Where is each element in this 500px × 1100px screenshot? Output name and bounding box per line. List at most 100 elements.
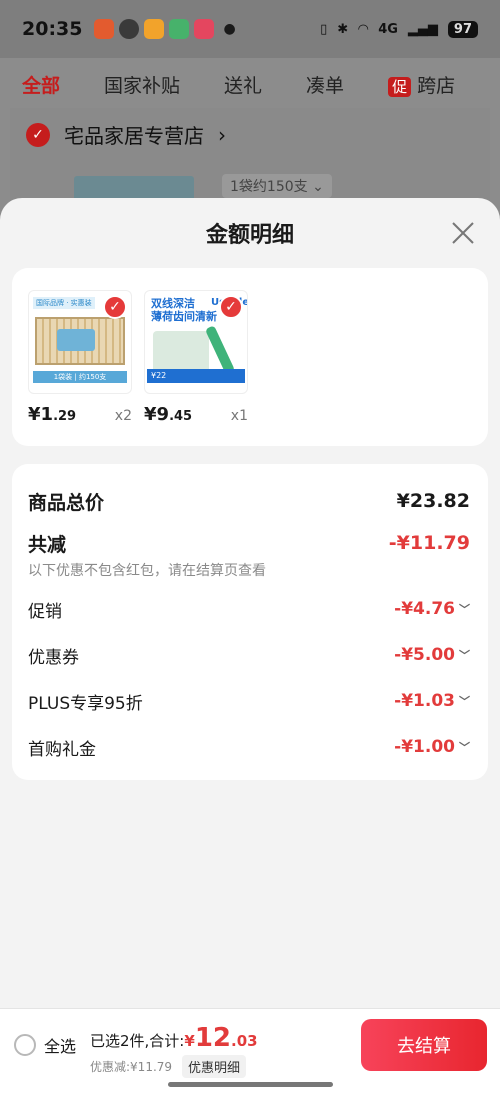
product-image-footer: ¥22 <box>147 369 245 383</box>
vibrate-icon: ▯ <box>320 21 328 37</box>
checkout-button[interactable]: 去结算 <box>361 1019 487 1071</box>
products-card: 国际品牌 · 实惠装 1袋装 | 约150支 ✓ ¥1.29 x2 双线深洁 薄… <box>12 268 488 446</box>
saved-line: 优惠减:¥11.79 优惠明细 <box>90 1055 258 1078</box>
store-header[interactable]: ✓ 宅品家居专营店 › <box>10 108 490 161</box>
product-image: 国际品牌 · 实惠装 1袋装 | 约150支 ✓ <box>28 290 132 394</box>
chevron-down-icon: ﹀ <box>459 695 470 708</box>
floss-pick-graphic <box>204 325 236 375</box>
tab-cross-store-label: 跨店 <box>417 74 456 97</box>
home-indicator <box>168 1082 333 1087</box>
discount-row-first-purchase[interactable]: 首购礼金 -¥1.00 ﹀ <box>28 724 470 770</box>
variant-selector[interactable]: 1袋约150支 ⌄ <box>222 174 332 198</box>
discount-amount: -¥5.00 <box>394 645 455 665</box>
battery-icon: 97 <box>447 20 478 38</box>
total-integer: 12 <box>194 1023 231 1053</box>
sheet-header: 金额明细 <box>0 198 500 268</box>
price-decimal: .45 <box>169 409 193 424</box>
status-app-icons: ● <box>94 19 236 39</box>
reduction-note: 以下优惠不包含红包，请在结算页查看 <box>28 563 266 579</box>
selected-text: 已选2件,合计: <box>90 1032 185 1050</box>
cart-filter-tabs: 全部 国家补贴 送礼 凑单 促跨店 <box>0 60 500 108</box>
product-image-footer: 1袋装 | 约150支 <box>33 371 127 383</box>
tab-all[interactable]: 全部 <box>22 71 60 98</box>
app-notification-icon <box>119 19 140 39</box>
product-price: ¥9.45 <box>144 404 192 425</box>
select-all-radio[interactable] <box>14 1034 36 1056</box>
network-type: 4G <box>378 21 398 37</box>
total-label: 商品总价 <box>28 491 105 514</box>
tab-bundle[interactable]: 凑单 <box>306 71 344 98</box>
price-summary-card: 商品总价 ¥23.82 共减 -¥11.79 以下优惠不包含红包，请在结算页查看… <box>12 464 488 780</box>
discount-label: 优惠券 <box>28 647 79 668</box>
reduction-value: -¥11.79 <box>388 532 470 554</box>
status-time: 20:35 <box>22 18 83 40</box>
tab-gift[interactable]: 送礼 <box>224 71 262 98</box>
price-integer: 1 <box>40 404 54 425</box>
select-all-toggle[interactable]: 全选 <box>14 1033 76 1057</box>
checkmark-icon[interactable]: ✓ <box>103 295 127 319</box>
currency-symbol: ¥ <box>144 404 157 425</box>
saved-amount: 优惠减:¥11.79 <box>90 1060 173 1074</box>
product-image-caption: 双线深洁 薄荷齿间清新 <box>151 297 217 323</box>
discount-row-promotion[interactable]: 促销 -¥4.76 ﹀ <box>28 586 470 632</box>
total-info: 已选2件,合计: ¥ 12 .03 优惠减:¥11.79 优惠明细 <box>90 1023 258 1078</box>
product-item[interactable]: 国际品牌 · 实惠装 1袋装 | 约150支 ✓ ¥1.29 x2 <box>28 290 132 446</box>
product-meta: ¥9.45 x1 <box>144 404 248 425</box>
currency-symbol: ¥ <box>28 404 41 425</box>
product-meta: ¥1.29 x2 <box>28 404 132 425</box>
status-indicators: ▯ ✱ ◠ 4G ▂▄▆ 97 <box>320 20 478 38</box>
product-image-caption: 国际品牌 · 实惠装 <box>33 297 95 309</box>
select-all-label: 全选 <box>44 1037 77 1056</box>
wifi-icon: ◠ <box>358 21 369 37</box>
discount-list: 促销 -¥4.76 ﹀ 优惠券 -¥5.00 ﹀ PLUS专享95折 -¥1.03 ﹀… <box>28 586 470 770</box>
amount-detail-sheet: 金额明细 国际品牌 · 实惠装 1袋装 | 约150支 ✓ ¥1.29 x2 双… <box>0 198 500 1100</box>
discount-label: 首购礼金 <box>28 739 96 760</box>
product-image: 双线深洁 薄荷齿间清新 Usmile ¥22 ✓ <box>144 290 248 394</box>
app-notification-icon <box>94 19 115 39</box>
chevron-down-icon: ﹀ <box>459 603 470 616</box>
discount-label: 促销 <box>28 601 62 622</box>
checkmark-icon: ✓ <box>26 122 50 147</box>
discount-detail-button[interactable]: 优惠明细 <box>182 1055 247 1078</box>
chevron-down-icon: ﹀ <box>459 649 470 662</box>
discount-row-coupon[interactable]: 优惠券 -¥5.00 ﹀ <box>28 632 470 678</box>
status-bar: 20:35 ● ▯ ✱ ◠ 4G ▂▄▆ 97 <box>0 0 500 58</box>
product-price: ¥1.29 <box>28 404 76 425</box>
discount-value: -¥1.03 ﹀ <box>394 691 470 711</box>
package-label-graphic <box>57 329 95 351</box>
discount-row-plus[interactable]: PLUS专享95折 -¥1.03 ﹀ <box>28 678 470 724</box>
checkmark-icon[interactable]: ✓ <box>219 295 243 319</box>
store-name: 宅品家居专营店 <box>64 124 204 148</box>
discount-amount: -¥4.76 <box>394 599 455 619</box>
promo-badge: 促 <box>388 76 412 97</box>
more-dot-icon: ● <box>223 21 236 37</box>
tab-national-subsidy[interactable]: 国家补贴 <box>104 71 180 98</box>
tab-cross-store[interactable]: 促跨店 <box>388 71 455 98</box>
reduction-label: 共减 <box>28 533 67 556</box>
app-notification-icon <box>169 19 190 39</box>
total-decimal: .03 <box>231 1032 258 1050</box>
app-notification-icon <box>144 19 165 39</box>
discount-value: -¥4.76 ﹀ <box>394 599 470 619</box>
discount-value: -¥1.00 ﹀ <box>394 737 470 757</box>
app-notification-icon <box>194 19 215 39</box>
total-value: ¥23.82 <box>396 490 470 512</box>
discount-value: -¥5.00 ﹀ <box>394 645 470 665</box>
currency-symbol: ¥ <box>184 1032 195 1050</box>
reduction-row: 共减 -¥11.79 <box>28 530 470 556</box>
bluetooth-icon: ✱ <box>337 21 349 37</box>
product-item[interactable]: 双线深洁 薄荷齿间清新 Usmile ¥22 ✓ ¥9.45 x1 <box>144 290 248 446</box>
chevron-down-icon: ﹀ <box>459 741 470 754</box>
signal-icon: ▂▄▆ <box>407 21 438 37</box>
total-row: 商品总价 ¥23.82 <box>28 486 470 516</box>
discount-amount: -¥1.00 <box>394 737 455 757</box>
product-quantity: x1 <box>230 408 248 424</box>
product-quantity: x2 <box>114 408 132 424</box>
sheet-title: 金额明细 <box>205 223 294 248</box>
close-icon[interactable] <box>450 220 476 246</box>
price-integer: 9 <box>156 404 170 425</box>
selected-total-line: 已选2件,合计: ¥ 12 .03 <box>90 1023 258 1053</box>
discount-label: PLUS专享95折 <box>28 693 143 714</box>
price-decimal: .29 <box>53 409 77 424</box>
discount-amount: -¥1.03 <box>394 691 455 711</box>
